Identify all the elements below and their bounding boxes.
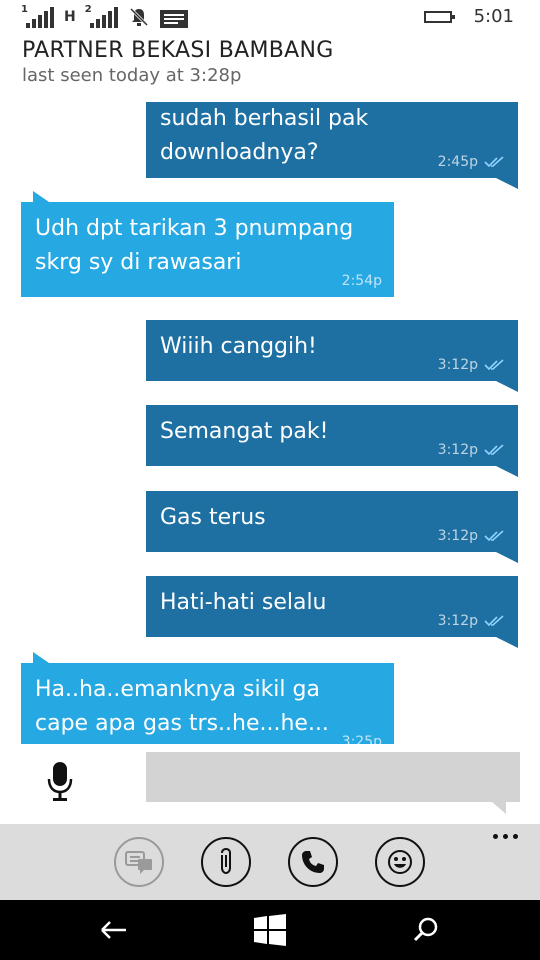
message-compose-box[interactable] bbox=[146, 752, 520, 814]
message-bubble-outgoing[interactable]: Semangat pak! 3:12p bbox=[146, 405, 518, 477]
message-text: Wiiih canggih! bbox=[160, 334, 317, 359]
windows-logo-icon bbox=[254, 914, 286, 946]
signal-sim2-icon: 2 bbox=[84, 4, 118, 28]
message-bubble-outgoing[interactable]: Gas terus 3:12p bbox=[146, 491, 518, 563]
sim2-label: 2 bbox=[84, 4, 92, 15]
start-button[interactable] bbox=[252, 912, 288, 948]
message-bubble-outgoing[interactable]: sudah berhasil pak downloadnya? 2:45p bbox=[146, 102, 518, 189]
back-button[interactable] bbox=[96, 912, 132, 948]
emoji-icon bbox=[388, 850, 412, 874]
message-time: 3:12p bbox=[437, 613, 478, 629]
message-text: Semangat pak! bbox=[160, 419, 329, 444]
app-bar bbox=[0, 824, 540, 900]
double-check-read-icon bbox=[484, 530, 506, 542]
message-time: 2:45p bbox=[437, 154, 478, 170]
more-options-icon[interactable] bbox=[493, 834, 518, 839]
message-bubble-incoming[interactable]: Udh dpt tarikan 3 pnumpang skrg sy di ra… bbox=[21, 191, 394, 297]
attach-button[interactable] bbox=[201, 837, 251, 887]
status-clock: 5:01 bbox=[473, 6, 514, 27]
message-time: 3:12p bbox=[437, 442, 478, 458]
attach-icon bbox=[221, 847, 231, 875]
quick-reply-button[interactable] bbox=[114, 837, 164, 887]
search-button[interactable] bbox=[408, 912, 444, 948]
message-text: Ha..ha..emanknya sikil ga cape apa gas t… bbox=[35, 677, 329, 736]
chat-header[interactable]: PARTNER BEKASI BAMBANG last seen today a… bbox=[22, 38, 334, 86]
message-list[interactable]: sudah berhasil pak downloadnya? 2:45p Ud… bbox=[0, 102, 540, 744]
sim1-label: 1 bbox=[21, 4, 28, 15]
message-notification-icon bbox=[159, 10, 188, 28]
battery-icon bbox=[423, 10, 455, 23]
double-check-read-icon bbox=[484, 359, 506, 371]
system-nav-bar bbox=[0, 900, 540, 960]
message-input[interactable] bbox=[146, 752, 520, 802]
message-bubble-incoming[interactable]: Ha..ha..emanknya sikil ga cape apa gas t… bbox=[21, 652, 394, 744]
message-text: Hati-hati selalu bbox=[160, 590, 327, 615]
double-check-read-icon bbox=[484, 156, 506, 168]
call-icon bbox=[302, 851, 324, 873]
message-time: 2:54p bbox=[341, 273, 382, 289]
search-icon bbox=[413, 917, 438, 942]
quick-reply-icon bbox=[125, 851, 152, 874]
message-bubble-outgoing[interactable]: Hati-hati selalu 3:12p bbox=[146, 576, 518, 648]
contact-name[interactable]: PARTNER BEKASI BAMBANG bbox=[22, 38, 334, 63]
network-type: H bbox=[64, 9, 76, 25]
silent-bell-icon bbox=[129, 7, 148, 27]
call-button[interactable] bbox=[288, 837, 338, 887]
double-check-read-icon bbox=[484, 444, 506, 456]
signal-sim1-icon: 1 bbox=[21, 4, 54, 28]
status-bar: 1 H 2 5:01 bbox=[0, 0, 540, 36]
emoji-button[interactable] bbox=[375, 837, 425, 887]
message-time: 3:12p bbox=[437, 528, 478, 544]
message-time: 3:12p bbox=[437, 357, 478, 373]
message-time: 3:25p bbox=[341, 734, 382, 744]
back-arrow-icon bbox=[101, 921, 126, 939]
last-seen-status: last seen today at 3:28p bbox=[22, 65, 242, 86]
message-text: sudah berhasil pak downloadnya? bbox=[160, 106, 369, 165]
message-text: Gas terus bbox=[160, 505, 266, 530]
double-check-read-icon bbox=[484, 615, 506, 627]
microphone-icon[interactable] bbox=[46, 760, 74, 802]
message-bubble-outgoing[interactable]: Wiiih canggih! 3:12p bbox=[146, 320, 518, 392]
message-text: Udh dpt tarikan 3 pnumpang skrg sy di ra… bbox=[35, 216, 354, 275]
